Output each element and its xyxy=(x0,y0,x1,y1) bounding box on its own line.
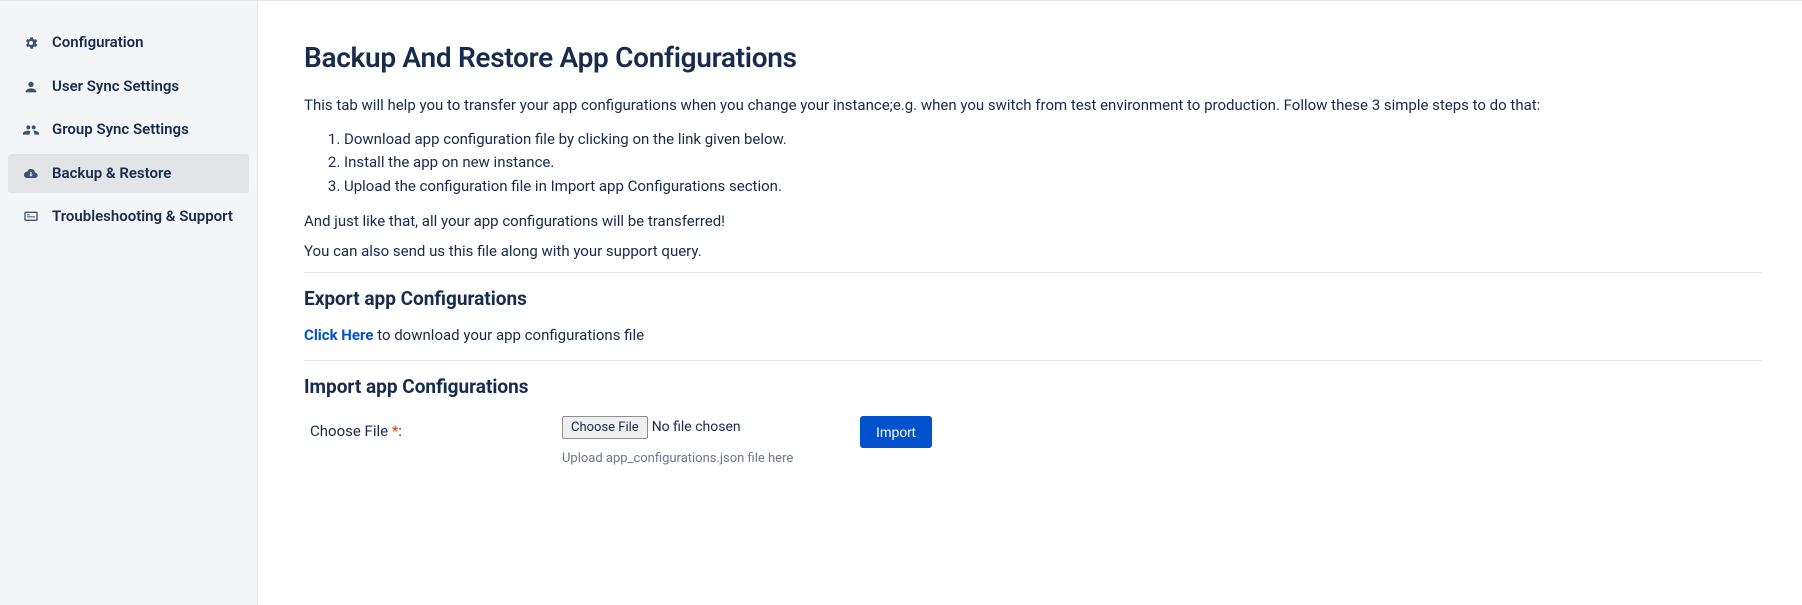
sidebar: Configuration User Sync Settings Group S… xyxy=(0,1,258,605)
outro-paragraph: And just like that, all your app configu… xyxy=(304,212,1762,230)
sidebar-item-configuration[interactable]: Configuration xyxy=(8,23,249,63)
upload-hint: Upload app_configurations.json file here xyxy=(562,451,842,466)
sidebar-item-label: Troubleshooting & Support xyxy=(52,207,235,227)
import-button[interactable]: Import xyxy=(860,416,932,448)
sidebar-item-troubleshooting[interactable]: Troubleshooting & Support xyxy=(8,197,249,237)
sidebar-item-backup-restore[interactable]: Backup & Restore xyxy=(8,154,249,194)
page-title: Backup And Restore App Configurations xyxy=(304,41,1762,74)
support-icon xyxy=(22,208,40,226)
export-suffix: to download your app configurations file xyxy=(373,326,644,344)
sidebar-item-group-sync[interactable]: Group Sync Settings xyxy=(8,110,249,150)
user-icon xyxy=(22,78,40,96)
import-heading: Import app Configurations xyxy=(304,375,1762,398)
step-item: Install the app on new instance. xyxy=(344,151,1762,174)
support-paragraph: You can also send us this file along wit… xyxy=(304,242,1762,260)
sidebar-item-label: Configuration xyxy=(52,33,235,53)
steps-list: Download app configuration file by click… xyxy=(344,128,1762,198)
sidebar-item-label: Group Sync Settings xyxy=(52,120,235,140)
file-status: No file chosen xyxy=(652,419,741,435)
intro-paragraph: This tab will help you to transfer your … xyxy=(304,96,1762,114)
sidebar-item-label: Backup & Restore xyxy=(52,164,235,184)
file-input-column: Choose FileNo file chosen Upload app_con… xyxy=(562,416,842,466)
cloud-download-icon xyxy=(22,165,40,183)
sidebar-item-user-sync[interactable]: User Sync Settings xyxy=(8,67,249,107)
import-form-row: Choose File *: Choose FileNo file chosen… xyxy=(304,416,1762,466)
choose-file-button[interactable]: Choose File xyxy=(562,416,648,439)
download-link[interactable]: Click Here xyxy=(304,326,373,344)
choose-file-label: Choose File *: xyxy=(304,416,544,440)
divider xyxy=(304,272,1762,273)
users-icon xyxy=(22,121,40,139)
export-row: Click Here to download your app configur… xyxy=(304,326,1762,344)
step-item: Upload the configuration file in Import … xyxy=(344,175,1762,198)
main-content: Backup And Restore App Configurations Th… xyxy=(258,1,1802,605)
import-button-column: Import xyxy=(860,416,932,448)
export-heading: Export app Configurations xyxy=(304,287,1762,310)
divider xyxy=(304,360,1762,361)
step-item: Download app configuration file by click… xyxy=(344,128,1762,151)
sidebar-item-label: User Sync Settings xyxy=(52,77,235,97)
gear-icon xyxy=(22,34,40,52)
